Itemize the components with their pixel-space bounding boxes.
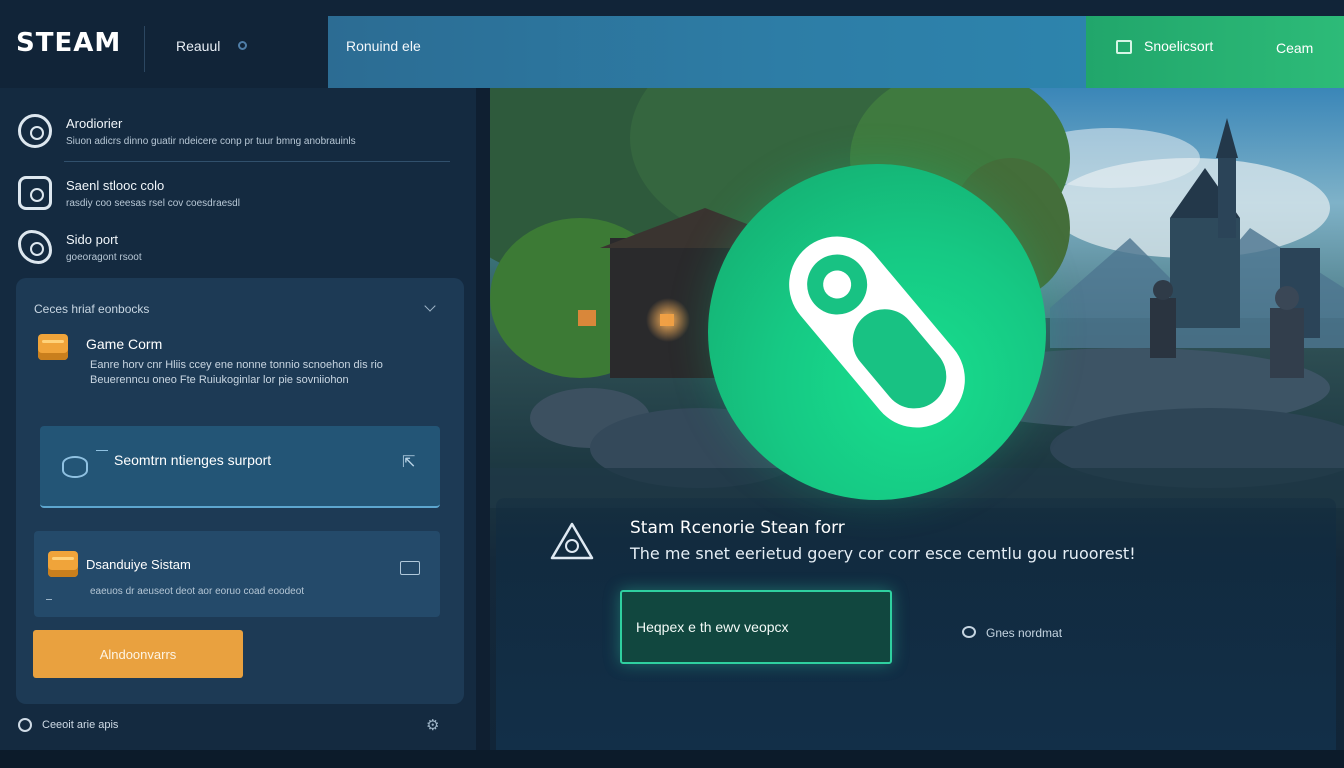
recycle-icon — [550, 522, 594, 560]
get-help-button[interactable]: Heqpex e th ewv veopcx — [620, 590, 892, 664]
support-ticket-icon — [1116, 40, 1132, 54]
chat-icon — [18, 176, 52, 210]
headset-icon — [18, 114, 52, 148]
sidebar-item-subtitle: goeoragont rsoot — [66, 252, 142, 263]
steam-controller-badge — [708, 164, 1046, 500]
support-nav-button[interactable]: Snoelicsort Ceam — [1086, 16, 1344, 88]
nav-tab-first[interactable]: Reauul — [176, 38, 220, 54]
coins-icon — [62, 456, 88, 478]
system-card-label: Dsanduiye Sistam — [86, 557, 191, 572]
sidebar-item-title: Arodiorier — [66, 116, 123, 131]
status-label[interactable]: Gnes nordmat — [986, 626, 1062, 640]
box-icon — [48, 551, 78, 577]
game-center-title[interactable]: Game Corm — [86, 336, 162, 352]
orange-action-button[interactable]: Alndoonvarrs — [33, 630, 243, 678]
external-link-icon[interactable] — [400, 561, 420, 575]
support-card-label: Seomtrn ntienges surport — [114, 452, 272, 468]
card-dash — [96, 450, 108, 451]
system-card[interactable]: Dsanduiye Sistam eaeuos dr aeuseot deot … — [34, 531, 440, 617]
sidebar-item-title: Saenl stlooc colo — [66, 178, 165, 193]
sidebar-item-title: Sido port — [66, 232, 119, 247]
status-icon — [962, 626, 976, 638]
settings-icon[interactable]: ⚙ — [426, 716, 439, 734]
top-bar: STEAM Reauul Ronuind ele Snoelicsort Cea… — [0, 0, 1344, 88]
steam-logo[interactable]: STEAM — [16, 28, 121, 58]
nav-right-link[interactable]: Ceam — [1276, 40, 1313, 56]
card-marker — [46, 599, 52, 600]
nav-indicator-icon — [238, 41, 247, 50]
support-title: Stam Rcenorie Stean forr — [630, 518, 845, 538]
game-center-description: Eanre horv cnr Hliis ccey ene nonne tonn… — [90, 359, 383, 386]
system-card-subtitle: eaeuos dr aeuseot deot aor eoruo coad eo… — [90, 586, 305, 597]
support-nav-label: Snoelicsort — [1144, 38, 1214, 54]
nav-tab-active-label: Ronuind ele — [346, 38, 421, 54]
box-icon — [38, 334, 68, 360]
arrow-icon: ⇱ — [402, 454, 416, 471]
bottom-strip — [0, 750, 1344, 768]
support-description: The me snet eerietud goery cor corr esce… — [630, 544, 1136, 563]
sidebar-item-subtitle: Siuon adicrs dinno guatir ndeicere conp … — [66, 136, 356, 147]
sidebar-divider — [64, 161, 450, 162]
panel-header: Ceces hriaf eonbocks — [34, 302, 150, 316]
info-icon — [18, 718, 32, 732]
controller-icon — [789, 236, 965, 428]
sidebar-item-subtitle: rasdiy coo seesas rsel cov coesdraesdl — [66, 198, 240, 209]
chevron-down-icon[interactable] — [424, 300, 436, 312]
support-card-button[interactable]: Seomtrn ntienges surport ⇱ — [40, 426, 440, 508]
footer-link[interactable]: Ceeoit arie apis — [42, 719, 118, 731]
header-divider — [144, 26, 145, 72]
nav-tab-active[interactable]: Ronuind ele — [328, 16, 1088, 88]
